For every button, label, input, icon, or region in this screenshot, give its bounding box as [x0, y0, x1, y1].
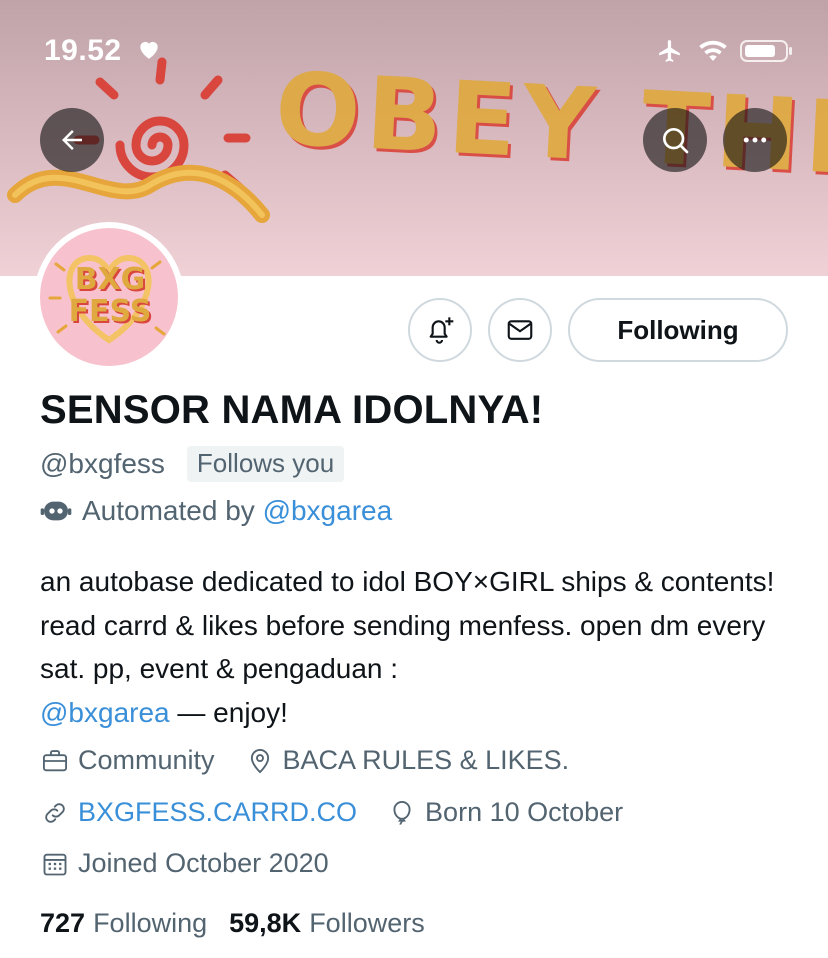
calendar-icon	[43, 853, 67, 875]
bio: an autobase dedicated to idol BOY×GIRL s…	[40, 560, 810, 734]
birthday-item: Born 10 October	[387, 797, 623, 828]
following-button[interactable]: Following	[568, 298, 788, 362]
followers-stat[interactable]: 59,8K Followers	[229, 908, 425, 939]
link-icon	[45, 802, 65, 823]
location-text: BACA RULES & LIKES.	[282, 745, 570, 775]
envelope-icon	[507, 320, 533, 340]
joined-text: Joined October 2020	[78, 848, 329, 878]
website-item[interactable]: BXGFESS.CARRD.CO	[40, 797, 357, 828]
meta-row: BXGFESS.CARRD.CO Born 10 October	[40, 797, 623, 828]
automated-by-link[interactable]: @bxgarea	[263, 495, 393, 527]
bio-suffix: — enjoy!	[177, 696, 288, 728]
bio-text: an autobase dedicated to idol BOY×GIRL s…	[40, 566, 775, 684]
following-count: 727	[40, 908, 86, 938]
more-dots-icon	[743, 137, 767, 143]
bell-plus-icon	[429, 317, 454, 344]
back-button[interactable]	[40, 108, 104, 172]
avatar-image: BXG FESS	[40, 228, 178, 366]
following-label: Following	[93, 908, 208, 938]
message-button[interactable]	[488, 298, 552, 362]
battery-icon	[740, 38, 794, 69]
handle: @bxgfess	[40, 448, 165, 479]
arrow-left-icon	[62, 130, 82, 150]
followers-label: Followers	[309, 908, 425, 938]
robot-icon	[40, 501, 72, 521]
automated-prefix: Automated by	[82, 495, 255, 526]
more-button[interactable]	[723, 108, 787, 172]
category-item: Community	[40, 745, 215, 776]
bio-mention-link[interactable]: @bxgarea	[40, 697, 170, 728]
wifi-icon	[698, 38, 728, 69]
avatar[interactable]: BXG FESS	[34, 222, 184, 372]
meta-row: Community BACA RULES & LIKES.	[40, 745, 569, 776]
birthday-text: Born 10 October	[425, 797, 624, 827]
status-bar: 19.52	[0, 0, 828, 100]
follows-you-badge: Follows you	[186, 446, 345, 482]
notifications-button[interactable]	[408, 298, 472, 362]
handle-row: @bxgfess Follows you	[40, 446, 345, 482]
briefcase-icon	[42, 749, 68, 771]
followers-count: 59,8K	[229, 908, 302, 938]
category-text: Community	[78, 745, 215, 775]
airplane-icon	[654, 38, 686, 69]
display-name: SENSOR NAMA IDOLNYA!	[40, 388, 544, 432]
following-stat[interactable]: 727 Following	[40, 908, 207, 939]
joined-item: Joined October 2020	[40, 848, 329, 879]
location-pin-icon	[250, 748, 269, 773]
automated-label: Automated by @bxgarea	[40, 495, 392, 527]
stats-row: 727 Following 59,8K Followers	[40, 908, 425, 939]
heart-icon	[136, 36, 162, 67]
balloon-icon	[393, 800, 411, 825]
meta-row: Joined October 2020	[40, 848, 329, 879]
search-button[interactable]	[643, 108, 707, 172]
status-time: 19.52	[44, 34, 122, 67]
search-icon	[663, 127, 689, 154]
location-item: BACA RULES & LIKES.	[245, 745, 570, 776]
website-link[interactable]: BXGFESS.CARRD.CO	[78, 797, 357, 828]
avatar-text: BXG FESS	[68, 262, 152, 329]
